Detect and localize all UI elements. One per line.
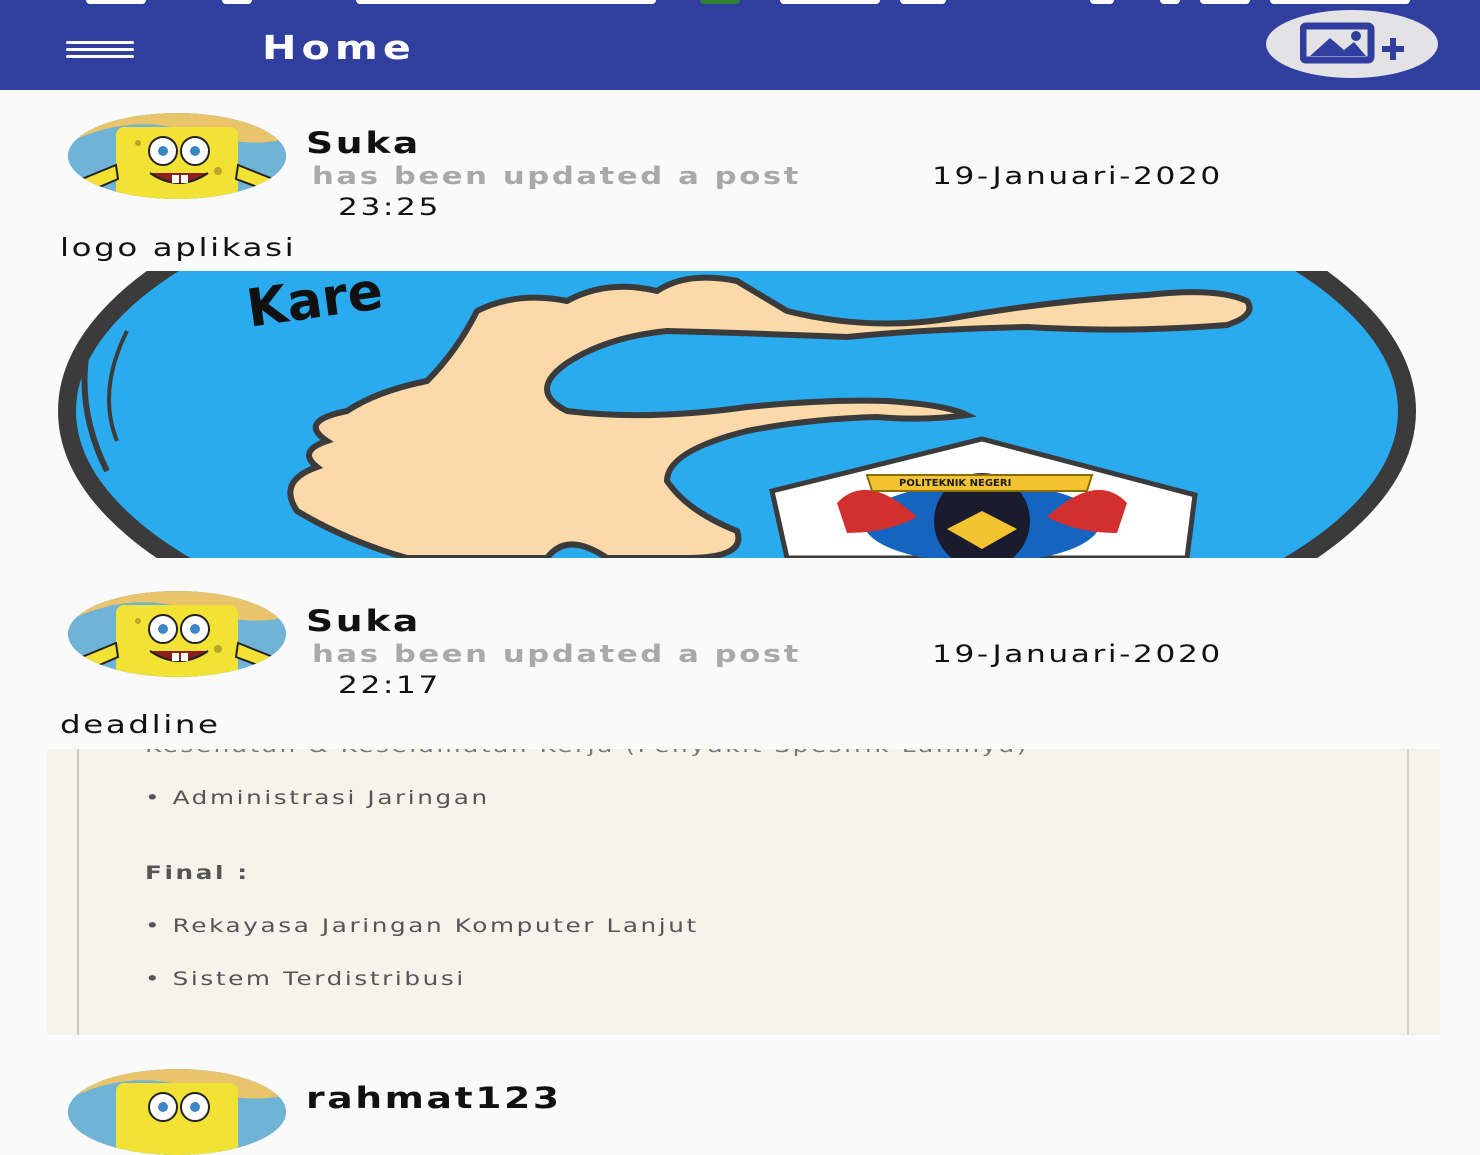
status-bar [0, 0, 1480, 6]
spongebob-avatar-icon [68, 591, 286, 677]
post-image[interactable]: Kare POLITEKNIK NEGERI [47, 271, 1440, 558]
document-heading: Final : [145, 862, 250, 884]
avatar[interactable] [68, 1069, 286, 1155]
app-logo-image: Kare POLITEKNIK NEGERI [47, 271, 1440, 558]
menu-button[interactable] [62, 34, 138, 64]
page-title: Home [262, 28, 416, 67]
emblem-text: POLITEKNIK NEGERI [899, 478, 1011, 489]
post-date: 19-Januari-2020 [932, 162, 1223, 190]
document-line: • Administrasi Jaringan [145, 787, 490, 809]
document-line: • Rekayasa Jaringan Komputer Lanjut [145, 915, 699, 937]
spongebob-avatar-icon [68, 113, 286, 199]
post-username: Suka [306, 126, 421, 160]
add-photo-icon [1300, 22, 1404, 64]
document-line: • Sistem Terdistribusi [145, 968, 466, 990]
post-username: rahmat123 [306, 1081, 562, 1115]
post-time: 23:25 [338, 193, 441, 221]
post-action-text: has been updated a post [312, 640, 801, 668]
post-caption: deadline [60, 710, 221, 739]
avatar[interactable] [68, 591, 286, 677]
post-image[interactable]: Kesehatan & Keselamatan Kerja (Penyakit … [47, 749, 1440, 1035]
app-bar: Home [0, 0, 1480, 90]
spongebob-avatar-icon [68, 1069, 286, 1155]
post-action-text: has been updated a post [312, 162, 801, 190]
post-time: 22:17 [338, 671, 441, 699]
avatar[interactable] [68, 113, 286, 199]
add-image-button[interactable] [1266, 10, 1438, 78]
hamburger-menu-icon [66, 41, 134, 44]
post-username: Suka [306, 604, 421, 638]
post-caption: logo aplikasi [60, 233, 297, 262]
post-date: 19-Januari-2020 [932, 640, 1223, 668]
document-line: Kesehatan & Keselamatan Kerja (Penyakit … [145, 749, 1029, 757]
